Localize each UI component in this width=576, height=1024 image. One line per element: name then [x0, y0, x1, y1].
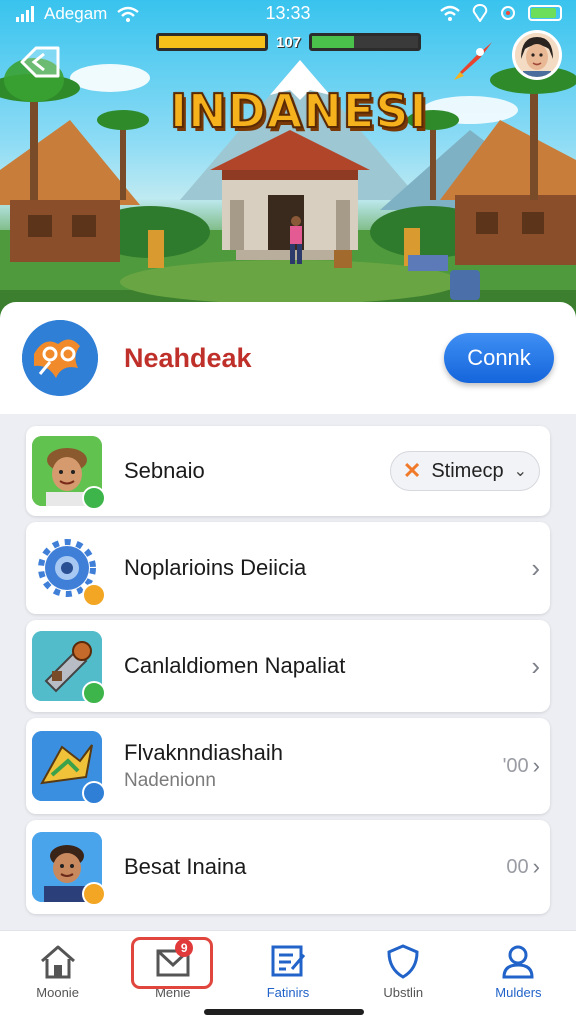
list-item-thumbnail: [32, 436, 106, 510]
location-icon: [472, 4, 488, 22]
user-icon: [502, 945, 534, 979]
home-icon: [40, 945, 75, 979]
battery-icon: [528, 5, 562, 21]
list-item-title: Sebnaio: [124, 458, 205, 483]
home-indicator[interactable]: [204, 1009, 364, 1015]
back-button[interactable]: [18, 42, 62, 82]
content-list: Sebnaio ✕ Stimecp ⌄ Noplarioins Deiicia …: [26, 426, 550, 920]
health-bar: [309, 33, 422, 51]
app-header: Neahdeak Connk: [0, 302, 576, 414]
status-badge: [82, 882, 106, 906]
list-item-title: Canlaldiomen Napaliat: [124, 653, 346, 678]
list-item-subtitle: Nadenionn: [124, 770, 216, 791]
game-banner: Adegam 13:33 107 INDANESI: [0, 0, 576, 320]
list-item-count: '00: [502, 754, 529, 777]
status-bar: Adegam 13:33: [0, 0, 576, 28]
connect-button[interactable]: Connk: [444, 333, 554, 383]
list-item[interactable]: Sebnaio ✕ Stimecp ⌄: [26, 426, 550, 516]
status-badge: [82, 781, 106, 805]
list-item[interactable]: Besat Inaina 00 ›: [26, 820, 550, 914]
nav-item-home[interactable]: Moonie: [0, 931, 115, 1024]
carrier-name: Adegam: [44, 4, 108, 23]
chevron-right-icon: ›: [531, 650, 540, 681]
list-item[interactable]: Canlaldiomen Napaliat ›: [26, 620, 550, 712]
app-logo: [22, 320, 98, 396]
nav-label: Moonie: [36, 985, 79, 1000]
list-item-title: Noplarioins Deiicia: [124, 555, 307, 580]
user-avatar-image: [515, 33, 559, 77]
list-item-thumbnail: [32, 832, 106, 906]
status-time: 13:33: [265, 3, 311, 23]
list-item-count: 00: [506, 855, 529, 878]
list-item-title: Besat Inaina: [124, 854, 247, 879]
list-item[interactable]: Noplarioins Deiicia ›: [26, 522, 550, 614]
game-title: INDANESI: [169, 83, 428, 139]
user-avatar[interactable]: [512, 30, 562, 80]
rocket-icon[interactable]: [450, 38, 494, 82]
list-item-thumbnail: [32, 533, 106, 607]
list-item-thumbnail: [32, 631, 106, 705]
shield-icon: [387, 944, 419, 979]
status-badge: [82, 583, 106, 607]
nav-label: Fatinirs: [266, 985, 310, 1000]
list-item[interactable]: Flvaknndiashaih Nadenionn '00 ›: [26, 718, 550, 814]
energy-bar-fill: [159, 36, 265, 48]
nav-label: Ubstlin: [383, 985, 424, 1000]
chevron-down-icon: ⌄: [513, 463, 527, 480]
hud-count: 107: [276, 33, 302, 51]
energy-bar: [156, 33, 268, 51]
edit-list-icon: [271, 945, 306, 977]
close-icon[interactable]: ✕: [403, 458, 421, 484]
nav-label: Mulders: [495, 985, 542, 1000]
nav-item-profile[interactable]: Mulders: [461, 931, 576, 1024]
chevron-right-icon: ›: [532, 854, 540, 879]
back-arrow-icon: [20, 46, 60, 78]
game-hud: 107: [156, 33, 422, 51]
signal-icon: [16, 6, 34, 22]
settings-status-icon: [501, 6, 515, 20]
status-badge: [82, 681, 106, 705]
list-item-thumbnail: [32, 731, 106, 805]
app-logo-icon: [22, 320, 98, 396]
dropdown-label: Stimecp: [431, 459, 504, 482]
wifi-icon: [440, 5, 460, 21]
selected-indicator: [131, 937, 214, 989]
list-item-title: Flvaknndiashaih: [124, 740, 283, 765]
chevron-right-icon: ›: [531, 552, 540, 583]
status-badge: [82, 486, 106, 510]
wifi-icon: [117, 6, 140, 22]
brand-name: Neahdeak: [124, 342, 252, 373]
chevron-right-icon: ›: [532, 753, 540, 778]
health-bar-fill: [312, 36, 355, 48]
filter-dropdown[interactable]: ✕ Stimecp ⌄: [389, 451, 540, 491]
